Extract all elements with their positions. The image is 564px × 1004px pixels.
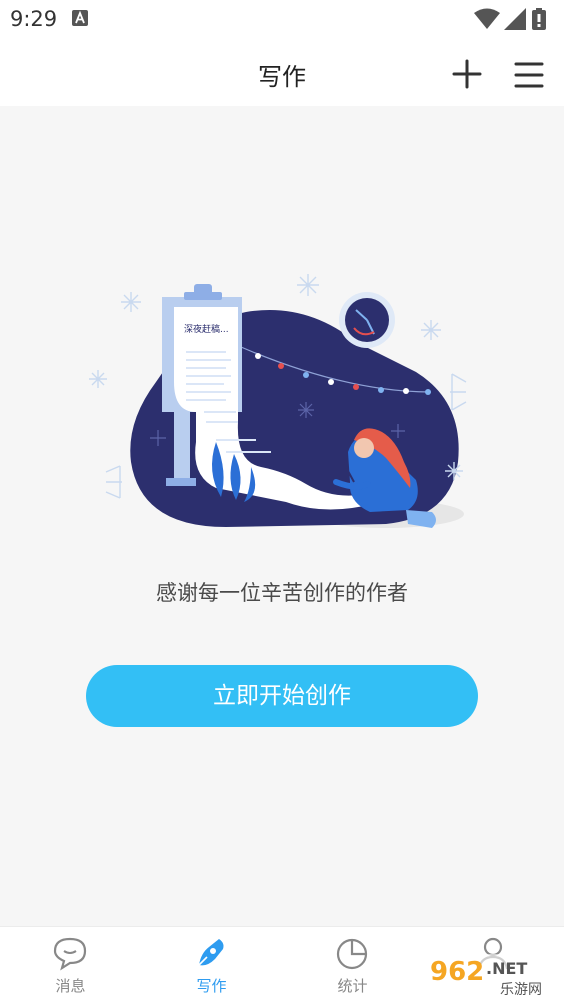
status-icons xyxy=(474,8,554,30)
message-icon xyxy=(53,937,87,971)
nav-label-messages: 消息 xyxy=(55,977,86,995)
add-icon xyxy=(452,59,482,89)
a-notification-icon xyxy=(72,10,88,26)
clock-icon xyxy=(339,292,395,348)
add-button[interactable] xyxy=(450,57,484,91)
wifi-icon xyxy=(474,8,500,29)
nav-item-writing[interactable]: 写作 xyxy=(141,927,282,1004)
svg-text:962: 962 xyxy=(430,957,484,987)
battery-icon xyxy=(532,8,546,30)
status-time: 9:29 xyxy=(10,7,58,31)
svg-text:乐游网: 乐游网 xyxy=(500,982,542,998)
site-watermark: 962 .NET 乐游网 xyxy=(424,954,560,1000)
thanks-message: 感谢每一位辛苦创作的作者 xyxy=(156,581,408,605)
status-bar: 9:29 xyxy=(0,0,564,40)
svg-text:.NET: .NET xyxy=(486,959,527,978)
writing-illustration: 深夜赶稿... xyxy=(89,274,467,528)
nav-label-statistics: 统计 xyxy=(337,977,368,995)
nav-label-writing: 写作 xyxy=(196,977,227,995)
app-header: 写作 xyxy=(0,40,564,106)
signal-icon xyxy=(504,8,526,30)
watermark-logo: 962 .NET 乐游网 xyxy=(424,954,560,1000)
nav-item-messages[interactable]: 消息 xyxy=(0,927,141,1004)
pie-chart-icon xyxy=(336,938,368,970)
start-writing-button[interactable]: 立即开始创作 xyxy=(86,665,478,727)
nav-item-statistics[interactable]: 统计 xyxy=(282,927,423,1004)
pen-icon xyxy=(198,939,224,966)
paper-text: 深夜赶稿... xyxy=(184,323,229,335)
menu-button[interactable] xyxy=(512,58,546,92)
menu-icon xyxy=(514,62,544,88)
